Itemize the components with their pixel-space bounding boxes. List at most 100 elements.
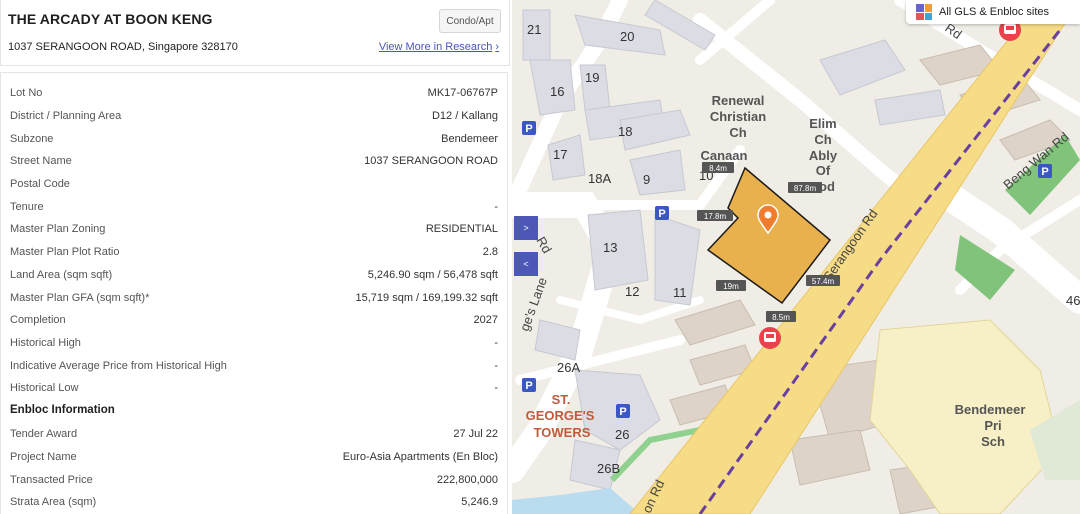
detail-value: 2.8: [482, 246, 498, 258]
layers-icon: [916, 4, 932, 20]
detail-value: D12 / Kallang: [431, 110, 498, 122]
detail-row-postal-code: Postal Code: [10, 176, 498, 192]
place-label: Renewal: [712, 93, 765, 108]
detail-label: Transacted Price: [10, 474, 93, 486]
detail-value: 1037 SERANGOON ROAD: [364, 155, 498, 167]
chevron-right-icon: ›: [495, 41, 499, 53]
place-label: Canaan: [701, 148, 748, 163]
detail-label: Land Area (sqm sqft): [10, 269, 113, 281]
detail-label: Master Plan Zoning: [10, 223, 106, 235]
place-label: Christian: [710, 109, 766, 124]
map-view[interactable]: P P P P P 21 20 19 16 18 17 18A 9 10 13 …: [512, 0, 1080, 514]
detail-row-avg-price: Indicative Average Price from Historical…: [10, 358, 498, 374]
building-number: 26: [615, 427, 629, 442]
property-title: THE ARCADY AT BOON KENG: [8, 11, 213, 27]
dimension-label: 87.8m: [794, 184, 817, 193]
building-number: 18A: [588, 171, 611, 186]
place-label: Ch: [814, 132, 831, 147]
detail-label: Strata Area (sqm): [10, 496, 97, 508]
detail-value: -: [494, 360, 498, 372]
detail-value: -: [494, 201, 498, 213]
collapse-panel-button[interactable]: <: [514, 252, 538, 276]
property-header: THE ARCADY AT BOON KENG Condo/Apt 1037 S…: [0, 0, 510, 66]
svg-text:P: P: [1041, 166, 1048, 178]
detail-row-historical-high: Historical High -: [10, 335, 498, 351]
detail-value: Euro-Asia Apartments (En Bloc): [342, 451, 498, 463]
building-number: 12: [625, 284, 639, 299]
place-label: Ch: [729, 125, 746, 140]
place-label: Pri: [984, 418, 1001, 433]
map-canvas[interactable]: P P P P P 21 20 19 16 18 17 18A 9 10 13 …: [512, 0, 1080, 514]
detail-row-lot-no: Lot No MK17-06767P: [10, 85, 498, 101]
expand-panel-button[interactable]: >: [514, 216, 538, 240]
place-label: Ably: [809, 148, 838, 163]
detail-value: 15,719 sqm / 169,199.32 sqft: [355, 292, 499, 304]
building-number: 11: [673, 285, 687, 300]
detail-value: 27 Jul 22: [453, 428, 498, 440]
svg-text:P: P: [525, 380, 532, 392]
parking-icon: P: [522, 378, 536, 392]
dimension-label: 8.4m: [709, 164, 727, 173]
detail-label: Tender Award: [10, 428, 78, 440]
detail-label: Lot No: [10, 87, 43, 99]
details-list: Lot No MK17-06767P District / Planning Ar…: [0, 72, 508, 514]
detail-value: -: [494, 382, 498, 394]
detail-label: Project Name: [10, 451, 77, 463]
svg-text:P: P: [525, 123, 532, 135]
svg-text:P: P: [619, 406, 626, 418]
detail-label: Master Plan Plot Ratio: [10, 246, 120, 258]
place-label: Sch: [981, 434, 1005, 449]
building-number: 26B: [597, 461, 620, 476]
building-number: 20: [620, 29, 634, 44]
svg-text:P: P: [658, 208, 665, 220]
detail-row-subzone: Subzone Bendemeer: [10, 131, 498, 147]
detail-value: 5,246.9: [461, 496, 498, 508]
building-number: 21: [527, 22, 541, 37]
detail-row-street-name: Street Name 1037 SERANGOON ROAD: [10, 153, 498, 169]
detail-value: Bendemeer: [441, 133, 498, 145]
building-number: 16: [550, 84, 564, 99]
detail-label: Historical High: [10, 337, 81, 349]
building-number: 26A: [557, 360, 580, 375]
building-number: 9: [643, 172, 650, 187]
building-number: 18: [618, 124, 632, 139]
detail-label: Postal Code: [10, 178, 70, 190]
enbloc-section-title: Enbloc Information: [10, 404, 115, 416]
detail-row-plot-ratio: Master Plan Plot Ratio 2.8: [10, 244, 498, 260]
place-label: GEORGE'S: [526, 408, 595, 423]
building-number: 17: [553, 147, 567, 162]
detail-value: MK17-06767P: [427, 87, 498, 99]
detail-row-district: District / Planning Area D12 / Kallang: [10, 108, 498, 124]
detail-value: 222,800,000: [436, 474, 498, 486]
chevron-right-icon: >: [523, 223, 529, 233]
parking-icon: P: [655, 206, 669, 220]
place-label: TOWERS: [534, 425, 591, 440]
detail-label: Master Plan GFA (sqm sqft)*: [10, 292, 150, 304]
dimension-label: 57.4m: [812, 277, 835, 286]
place-label: ST.: [552, 392, 571, 407]
property-panel: THE ARCADY AT BOON KENG Condo/Apt 1037 S…: [0, 0, 512, 514]
bus-stop-icon[interactable]: [759, 327, 781, 349]
detail-label: Historical Low: [10, 382, 79, 394]
property-address: 1037 SERANGOON ROAD, Singapore 328170: [8, 41, 238, 53]
place-label: Elim: [809, 116, 836, 131]
detail-label: Tenure: [10, 201, 44, 213]
enbloc-row-project-name: Project Name Euro-Asia Apartments (En Blo…: [10, 449, 498, 465]
detail-label: Subzone: [10, 133, 54, 145]
detail-value: 5,246.90 sqm / 56,478 sqft: [367, 269, 498, 281]
layer-toggle-button[interactable]: All GLS & Enbloc sites: [906, 0, 1080, 24]
parking-icon: P: [522, 121, 536, 135]
property-type-badge: Condo/Apt: [439, 9, 501, 33]
enbloc-row-strata-area: Strata Area (sqm) 5,246.9: [10, 494, 498, 510]
detail-row-historical-low: Historical Low -: [10, 380, 498, 396]
detail-row-completion: Completion 2027: [10, 312, 498, 328]
chevron-left-icon: <: [523, 259, 529, 269]
place-label: Bendemeer: [955, 402, 1026, 417]
dimension-label: 19m: [723, 282, 739, 291]
view-more-research-link[interactable]: View More in Research ›: [379, 41, 499, 53]
detail-value: 2027: [473, 314, 498, 326]
building-number: 46: [1066, 293, 1080, 308]
detail-label: Completion: [10, 314, 66, 326]
parking-icon: P: [616, 404, 630, 418]
detail-label: District / Planning Area: [10, 110, 122, 122]
